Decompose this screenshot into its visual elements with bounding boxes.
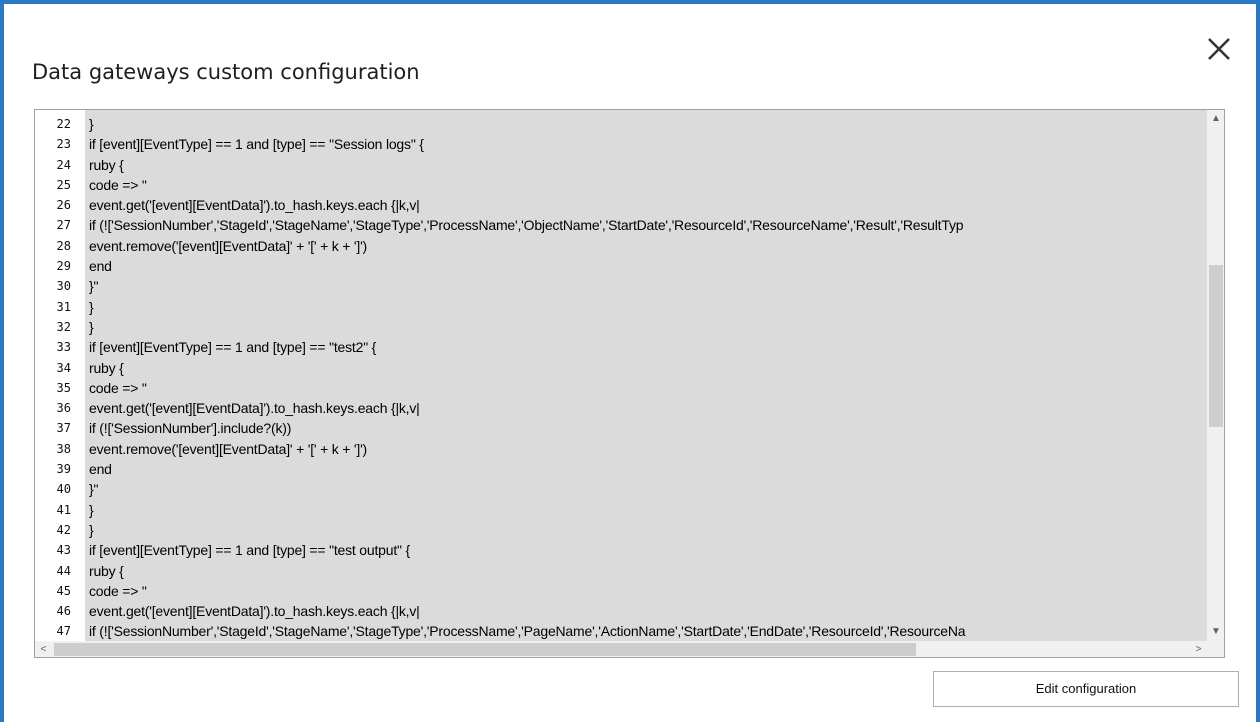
code-line[interactable]: ruby { <box>89 155 965 175</box>
code-line[interactable]: event.get('[event][EventData]').to_hash.… <box>89 398 965 418</box>
line-number: 35 <box>56 380 71 395</box>
code-line[interactable]: if [event][EventType] == 1 and [type] ==… <box>89 134 965 154</box>
code-line[interactable]: if (!['SessionNumber','StageId','StageNa… <box>89 215 965 235</box>
line-number: 41 <box>56 502 71 517</box>
line-number: 39 <box>56 462 71 477</box>
scroll-down-icon[interactable]: ▼ <box>1207 623 1224 641</box>
code-line[interactable]: } <box>89 500 965 520</box>
config-editor[interactable]: 22 23 24 25 26 27 28 29 30 31 32 33 34 35 36 37 38 39 40 41… <box>34 109 1225 658</box>
code-line[interactable]: if [event][EventType] == 1 and [type] ==… <box>89 540 965 560</box>
code-line[interactable]: end <box>89 459 965 479</box>
line-number: 38 <box>56 441 71 456</box>
line-number: 28 <box>56 238 71 253</box>
code-line[interactable]: event.remove('[event][EventData]' + '[' … <box>89 439 965 459</box>
line-number: 22 <box>56 117 71 131</box>
line-number: 44 <box>56 563 71 578</box>
code-line[interactable]: } <box>89 520 965 540</box>
line-number: 34 <box>56 360 71 375</box>
dialog-title: Data gateways custom configuration <box>32 60 420 84</box>
scroll-left-icon[interactable]: < <box>35 641 52 657</box>
line-number: 25 <box>56 177 71 192</box>
code-line[interactable]: event.remove('[event][EventData]' + '[' … <box>89 236 965 256</box>
code-line[interactable]: code => " <box>89 378 965 398</box>
line-number: 30 <box>56 279 71 294</box>
code-text-area[interactable]: } if [event][EventType] == 1 and [type] =… <box>85 110 1207 641</box>
code-line[interactable]: event.get('[event][EventData]').to_hash.… <box>89 195 965 215</box>
line-number: 36 <box>56 401 71 416</box>
horizontal-scroll-thumb[interactable] <box>54 643 916 656</box>
line-number: 27 <box>56 218 71 233</box>
code-line[interactable]: } <box>89 297 965 317</box>
scroll-right-icon[interactable]: > <box>1190 641 1207 657</box>
code-line[interactable]: code => " <box>89 581 965 601</box>
scroll-up-icon[interactable]: ▲ <box>1207 110 1224 128</box>
line-number-gutter: 22 23 24 25 26 27 28 29 30 31 32 33 34 35 36 37 38 39 40 41… <box>35 110 85 641</box>
code-line[interactable]: } <box>89 114 965 134</box>
scrollbar-corner <box>1207 641 1224 657</box>
line-number: 43 <box>56 543 71 558</box>
line-number: 47 <box>56 624 71 639</box>
line-number: 23 <box>56 137 71 152</box>
edit-configuration-button[interactable]: Edit configuration <box>933 671 1239 707</box>
code-line[interactable]: if (!['SessionNumber'].include?(k)) <box>89 418 965 438</box>
line-number: 26 <box>56 198 71 213</box>
line-number: 32 <box>56 319 71 334</box>
code-line[interactable]: if (!['SessionNumber','StageId','StageNa… <box>89 621 966 641</box>
code-line[interactable]: end <box>89 256 965 276</box>
code-line[interactable]: ruby { <box>89 561 965 581</box>
line-number: 42 <box>56 522 71 537</box>
line-number: 24 <box>56 157 71 172</box>
line-number: 31 <box>56 299 71 314</box>
code-line[interactable]: event.get('[event][EventData]').to_hash.… <box>89 601 965 621</box>
line-number: 40 <box>56 482 71 497</box>
line-number: 33 <box>56 340 71 355</box>
line-number: 37 <box>56 421 71 436</box>
line-number: 29 <box>56 259 71 274</box>
vertical-scrollbar[interactable]: ▲ ▼ <box>1207 110 1224 641</box>
code-line[interactable]: } <box>89 317 965 337</box>
code-line[interactable]: code => " <box>89 175 965 195</box>
code-line[interactable]: ruby { <box>89 358 965 378</box>
vertical-scroll-thumb[interactable] <box>1209 265 1223 427</box>
line-number: 45 <box>56 583 71 598</box>
close-icon <box>1208 38 1230 60</box>
line-number: 46 <box>56 604 71 619</box>
code-line[interactable]: if [event][EventType] == 1 and [type] ==… <box>89 337 965 357</box>
line-numbers: 22 23 24 25 26 27 28 29 30 31 32 33 34 35 36 37 38 39 40 41… <box>35 114 71 642</box>
code-line[interactable]: }" <box>89 479 965 499</box>
code-lines: } if [event][EventType] == 1 and [type] =… <box>89 114 966 641</box>
horizontal-scrollbar[interactable]: < > <box>35 641 1207 657</box>
code-line[interactable]: }" <box>89 276 965 296</box>
close-button[interactable] <box>1206 36 1232 62</box>
